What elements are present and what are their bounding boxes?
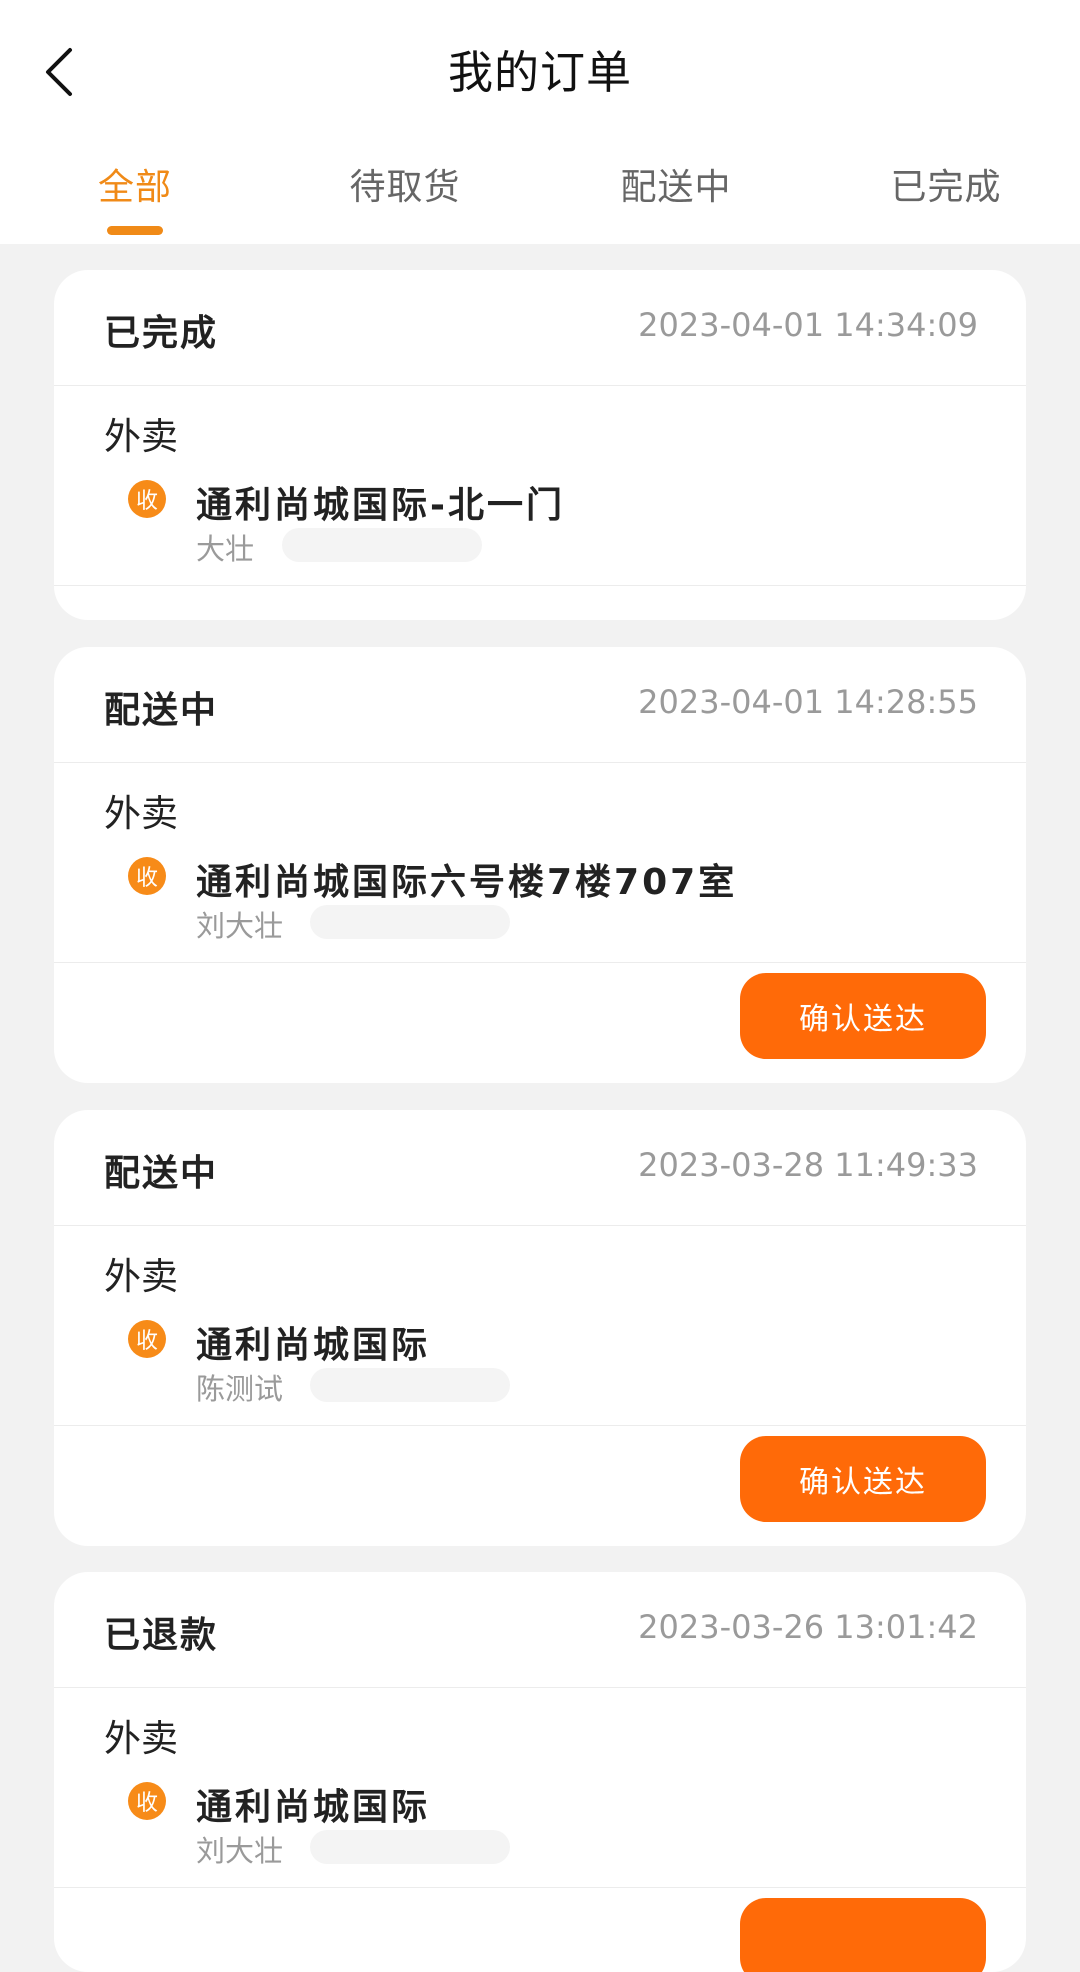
delivery-address: 通利尚城国际-北一门 — [196, 485, 565, 526]
order-card[interactable]: 已退款 2023-03-26 13:01:42 外卖 收 通利尚城国际 刘大壮 — [54, 1572, 1026, 1972]
order-footer — [54, 1887, 1026, 1972]
order-card[interactable]: 配送中 2023-04-01 14:28:55 外卖 收 通利尚城国际六号楼7楼… — [54, 647, 1026, 1083]
order-header: 配送中 2023-04-01 14:28:55 — [54, 647, 1026, 763]
masked-phone — [282, 528, 482, 562]
active-tab-indicator — [107, 226, 163, 235]
recipient-name: 陈测试 — [196, 1372, 284, 1406]
order-status: 已退款 — [104, 1615, 219, 1656]
order-action-button[interactable] — [740, 1898, 986, 1972]
order-status: 配送中 — [104, 690, 219, 731]
tab-completed[interactable]: 已完成 — [836, 158, 1056, 210]
order-time: 2023-04-01 14:28:55 — [638, 683, 978, 721]
order-time: 2023-03-28 11:49:33 — [638, 1146, 978, 1184]
recipient-name: 刘大壮 — [196, 1834, 284, 1868]
order-status: 配送中 — [104, 1153, 219, 1194]
order-footer — [54, 585, 1026, 620]
order-type: 外卖 — [104, 1255, 178, 1298]
order-status: 已完成 — [104, 313, 219, 354]
order-type: 外卖 — [104, 792, 178, 835]
receive-badge-icon: 收 — [128, 480, 166, 518]
recipient-name: 大壮 — [196, 532, 255, 566]
order-time: 2023-04-01 14:34:09 — [638, 306, 978, 344]
masked-phone — [310, 1368, 510, 1402]
order-card[interactable]: 已完成 2023-04-01 14:34:09 外卖 收 通利尚城国际-北一门 … — [54, 270, 1026, 620]
delivery-address: 通利尚城国际六号楼7楼707室 — [196, 862, 738, 903]
receive-badge-icon: 收 — [128, 1782, 166, 1820]
tab-pending-pickup[interactable]: 待取货 — [295, 158, 515, 210]
tab-all[interactable]: 全部 — [25, 158, 245, 210]
confirm-delivery-button[interactable]: 确认送达 — [740, 973, 986, 1059]
masked-phone — [310, 1830, 510, 1864]
masked-phone — [310, 905, 510, 939]
order-time: 2023-03-26 13:01:42 — [638, 1608, 978, 1646]
delivery-address: 通利尚城国际 — [196, 1325, 431, 1366]
order-type: 外卖 — [104, 1717, 178, 1760]
order-type: 外卖 — [104, 415, 178, 458]
receive-badge-icon: 收 — [128, 857, 166, 895]
order-header: 已完成 2023-04-01 14:34:09 — [54, 270, 1026, 386]
order-tabs: 全部 待取货 配送中 已完成 — [0, 158, 1080, 244]
top-bar: 我的订单 全部 待取货 配送中 已完成 — [0, 0, 1080, 244]
order-footer: 确认送达 — [54, 1425, 1026, 1546]
order-header: 配送中 2023-03-28 11:49:33 — [54, 1110, 1026, 1226]
order-footer: 确认送达 — [54, 962, 1026, 1083]
receive-badge-icon: 收 — [128, 1320, 166, 1358]
recipient-name: 刘大壮 — [196, 909, 284, 943]
tab-delivering[interactable]: 配送中 — [566, 158, 786, 210]
confirm-delivery-button[interactable]: 确认送达 — [740, 1436, 986, 1522]
order-header: 已退款 2023-03-26 13:01:42 — [54, 1572, 1026, 1688]
order-card[interactable]: 配送中 2023-03-28 11:49:33 外卖 收 通利尚城国际 陈测试 … — [54, 1110, 1026, 1546]
page-title: 我的订单 — [447, 46, 632, 99]
delivery-address: 通利尚城国际 — [196, 1787, 431, 1828]
